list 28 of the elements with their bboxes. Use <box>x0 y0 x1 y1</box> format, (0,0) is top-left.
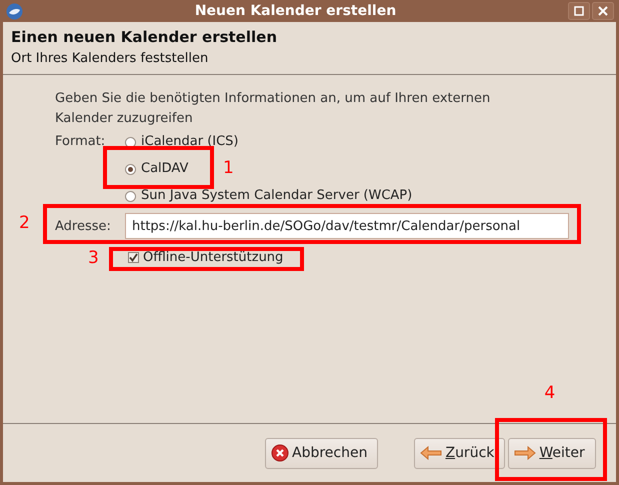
radio-label[interactable]: iCalendar (ICS) <box>141 134 239 150</box>
page-heading: Einen neuen Kalender erstellen <box>11 28 278 46</box>
step-number: 3 <box>88 248 99 268</box>
address-label: Adresse: <box>55 218 112 234</box>
window-title: Neuen Kalender erstellen <box>194 3 398 19</box>
app-logo-icon <box>6 2 23 20</box>
maximize-icon[interactable] <box>568 2 590 20</box>
radio-label[interactable]: Sun Java System Calendar Server (WCAP) <box>141 188 412 204</box>
step-number: 4 <box>544 382 556 402</box>
radio-button[interactable] <box>125 164 136 174</box>
cancel-button[interactable]: Abbrechen <box>265 438 378 468</box>
step-number: 1 <box>223 158 234 178</box>
radio-button[interactable] <box>125 190 136 202</box>
next-button[interactable]: Weiter <box>508 438 596 468</box>
checkbox[interactable] <box>128 252 139 263</box>
arrow-right-icon <box>514 446 536 460</box>
instructions-text: Geben Sie die benötigten Informationen an, um auf Ihren externen Kalender zuzugreifen <box>55 90 492 128</box>
close-icon[interactable] <box>592 2 614 20</box>
cancel-icon <box>271 444 289 462</box>
checkbox-label[interactable]: Offline-Unterstützung <box>143 250 284 265</box>
arrow-left-icon <box>420 446 442 460</box>
address-field[interactable]: https://kal.hu-berlin.de/SOGo/dav/testmr/Calendar/personal <box>125 213 569 239</box>
step-number: 2 <box>19 213 30 233</box>
radio-button[interactable] <box>125 136 136 148</box>
format-label: Format: <box>55 134 106 149</box>
page-subtitle: Ort Ihres Kalenders feststellen <box>11 51 210 66</box>
radio-label[interactable]: CalDAV <box>141 161 188 177</box>
back-button[interactable]: Zurück <box>414 438 506 468</box>
